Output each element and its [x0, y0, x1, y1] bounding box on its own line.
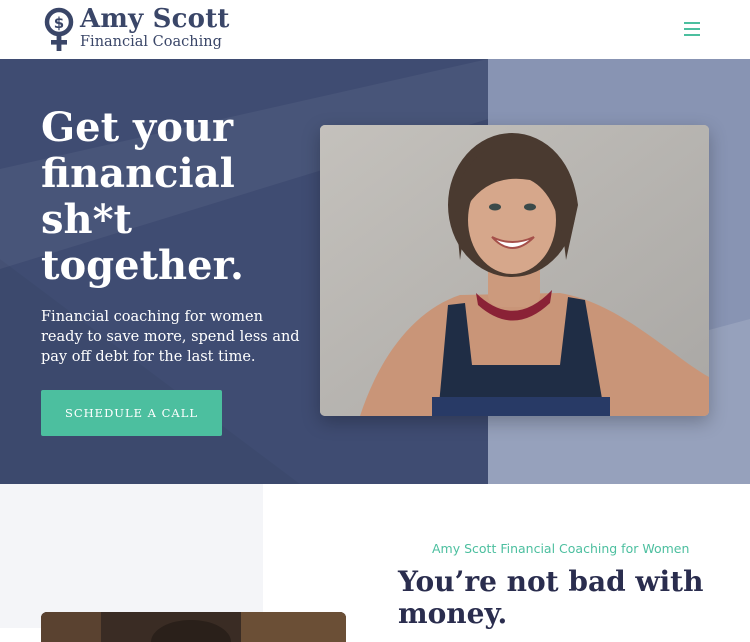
site-logo[interactable]: $ Amy Scott Financial Coaching [44, 4, 244, 55]
hamburger-menu-icon[interactable] [682, 20, 704, 38]
intro-side-panel [0, 484, 263, 628]
hero-section: Get your financial sh*t together. Financ… [0, 59, 750, 484]
intro-heading: You’re not bad with money. [398, 565, 704, 630]
hero-title: Get your financial sh*t together. [41, 104, 244, 289]
brand-name: Amy Scott [80, 4, 230, 34]
svg-text:$: $ [54, 14, 64, 32]
portrait-illustration [320, 125, 709, 416]
hero-subtitle: Financial coaching for women ready to sa… [41, 309, 300, 365]
brand-tagline: Financial Coaching [80, 34, 222, 50]
intro-eyebrow: Amy Scott Financial Coaching for Women [432, 541, 690, 556]
hero-portrait-photo [320, 125, 709, 416]
schedule-call-button[interactable]: SCHEDULE A CALL [41, 390, 222, 436]
intro-photo-illustration [41, 612, 346, 642]
intro-photo [41, 612, 346, 642]
female-dollar-logo-icon: $ [44, 7, 74, 51]
site-header: $ Amy Scott Financial Coaching [0, 0, 750, 59]
